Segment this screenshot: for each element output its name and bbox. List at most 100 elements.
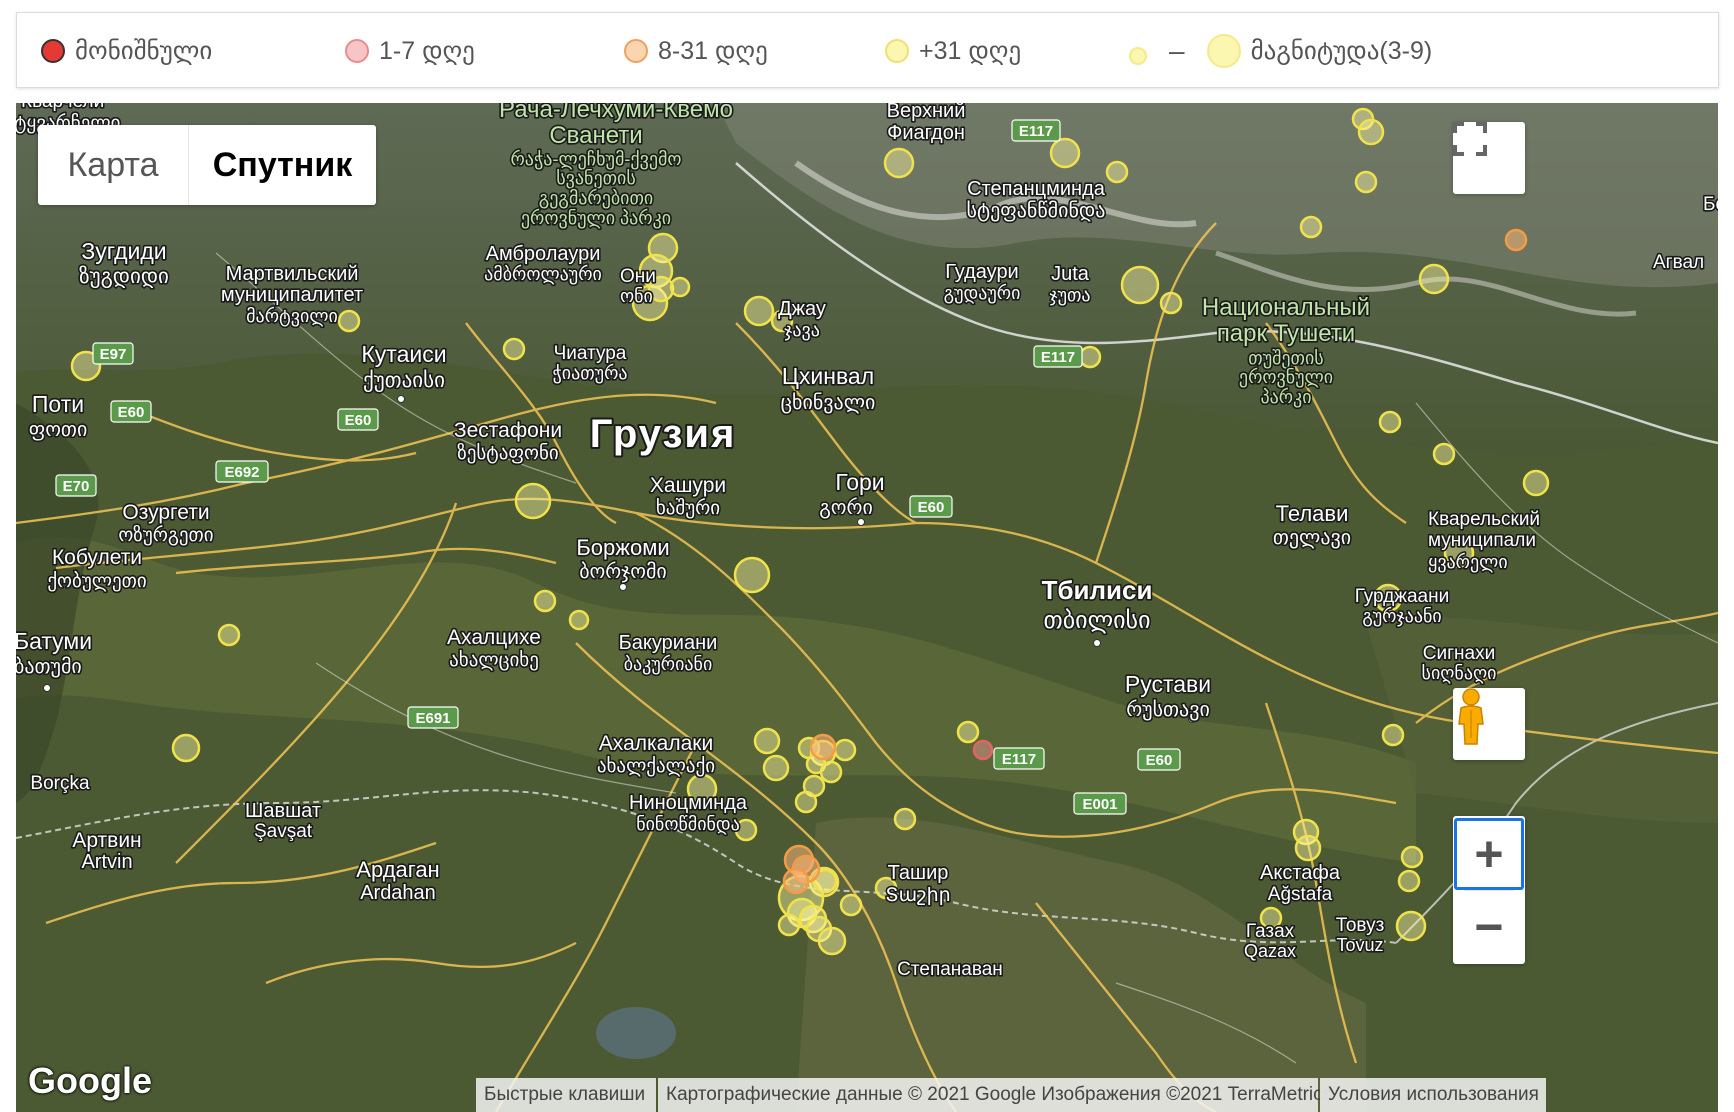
place-name: Они — [620, 266, 656, 287]
place-sub: ფოთი — [29, 419, 88, 441]
place-name: Ардаган — [356, 857, 439, 882]
place-sub: ამბროლაური — [484, 264, 602, 284]
place-name: Товуз — [1336, 915, 1385, 936]
legend-item-31-plus-days: +31 დღე — [885, 13, 1021, 89]
place-sub: ბათუმი — [16, 656, 82, 678]
place-name: Шавшат — [245, 800, 321, 822]
place-name: Боржоми — [576, 535, 669, 560]
zoom-out-button[interactable]: − — [1453, 891, 1525, 963]
road-shield: E117 — [993, 747, 1045, 770]
road-shield: E60 — [1137, 748, 1181, 771]
place-name: Поти — [32, 391, 84, 417]
place-sub: რუსთავი — [1126, 699, 1210, 721]
zoom-control: + − — [1453, 816, 1525, 964]
road-shield: E692 — [215, 460, 269, 483]
place-name: Рустави — [1125, 671, 1211, 697]
place-name: Гурджаани — [1355, 586, 1449, 607]
place-sub: муниципалитет — [221, 284, 363, 306]
place-name: Borçka — [30, 773, 90, 794]
google-logo[interactable]: Google — [28, 1060, 152, 1102]
legend-item-label: 1-7 დღე — [379, 37, 475, 65]
place-name: პარკი — [1260, 387, 1311, 407]
road-label: E60 — [1146, 752, 1173, 769]
place-name: Артвин — [72, 829, 141, 852]
place-name: Национальный — [1202, 294, 1370, 321]
place-name: ყვარელი — [1428, 552, 1508, 572]
place-name: Телави — [1276, 501, 1349, 526]
terms-of-use-link[interactable]: Условия использования — [1320, 1078, 1546, 1112]
place-name: გეგმარებითი — [539, 188, 653, 208]
place-sub: ბორჯომი — [579, 561, 667, 583]
place-name: Тбилиси — [1042, 575, 1153, 605]
road-label: E117 — [1019, 123, 1053, 140]
fullscreen-button[interactable] — [1453, 122, 1525, 194]
place-name: Гори — [835, 469, 884, 495]
place-sub: Ağstafa — [1268, 884, 1333, 905]
marked-dot-icon — [41, 39, 65, 63]
place-sub: ახალქალაქი — [597, 755, 715, 777]
legend-item-label: მონიშნული — [75, 37, 213, 65]
place-name: Газах — [1246, 921, 1295, 942]
place-name: Кутаиси — [361, 341, 446, 367]
place-name: Кобулети — [52, 546, 142, 569]
map-type-satellite-button[interactable]: Спутник — [188, 125, 376, 205]
street-view-pegman[interactable] — [1453, 688, 1525, 760]
place-name: Гудаури — [945, 261, 1018, 283]
road-label: E117 — [1041, 349, 1075, 366]
place-sub: თელავი — [1273, 527, 1351, 549]
minus-icon: − — [1474, 898, 1504, 955]
place-name: Juta — [1051, 263, 1090, 285]
place-sub: муниципали — [1428, 530, 1536, 551]
road-shield: E97 — [92, 342, 134, 365]
place-name: Ташир — [888, 862, 949, 884]
place-sub: ოზურგეთი — [118, 524, 213, 546]
pink-dot-icon — [345, 39, 369, 63]
legend-magnitude-label: მაგნიტუდა(3-9) — [1250, 37, 1433, 65]
orange-dot-icon — [624, 39, 648, 63]
place-sub: ზესტაფონი — [457, 442, 559, 464]
place-name: Акстафа — [1260, 862, 1341, 884]
road-shield: E70 — [55, 474, 97, 497]
legend-dash: – — [1169, 35, 1185, 66]
place-sub: Ardahan — [360, 882, 436, 904]
map-type-control: Карта Спутник — [38, 125, 376, 205]
earthquake-marker-pink[interactable] — [972, 739, 994, 761]
place-sub: парк Тушети — [1217, 320, 1355, 347]
place-sub: ცხინვალი — [781, 392, 876, 414]
place-sub: ქუთაისი — [363, 369, 445, 392]
road-shield: E001 — [1073, 792, 1127, 815]
place-name: Чиатура — [554, 343, 627, 364]
legend-item-1-7-days: 1-7 დღე — [345, 13, 475, 89]
place-sub: Qazax — [1244, 941, 1296, 961]
map-data-attribution[interactable]: Картографические данные © 2021 Google Из… — [658, 1078, 1332, 1112]
road-shield: E60 — [337, 408, 379, 431]
map-canvas[interactable]: E117 E97 E60 E60 E692 E70 E60 E117 E691 … — [16, 103, 1718, 1112]
place-name: Ахалцихе — [447, 626, 541, 649]
place-sub: გურჯაანი — [1362, 606, 1441, 626]
place-name: მარტვილი — [246, 306, 338, 326]
zoom-in-button[interactable]: + — [1454, 817, 1524, 890]
place-name: Степанцминда — [967, 178, 1106, 200]
road-label: E691 — [415, 710, 450, 727]
map-type-map-button[interactable]: Карта — [38, 125, 188, 205]
place-name: Рача-Лечхуми-Квемо — [499, 103, 733, 123]
road-shield: E691 — [407, 706, 459, 729]
place-name: Бо — [1703, 194, 1718, 215]
place-sub: Сванети — [549, 122, 642, 149]
legend-magnitude: – მაგნიტუდა(3-9) — [1129, 13, 1432, 89]
place-sub: ჯუთა — [1049, 285, 1090, 305]
place-name: Озургети — [122, 501, 209, 524]
place-sub: გორი — [819, 497, 873, 519]
place-sub: სვანეთის — [556, 168, 635, 188]
country-label: Грузия — [590, 412, 737, 456]
road-label: E60 — [345, 412, 372, 429]
place-name: Бакуриани — [619, 632, 718, 654]
place-sub: Տաշիր — [885, 885, 950, 906]
place-sub: თბილისი — [1044, 607, 1151, 634]
place-name: Сигнахи — [1423, 643, 1495, 664]
road-shield: E60 — [110, 400, 152, 423]
road-shield: E117 — [1011, 119, 1061, 142]
place-name: Верхний — [887, 103, 966, 122]
place-name: რაჭა-ლეჩხუმ-ქვემო — [510, 149, 681, 169]
keyboard-shortcuts-link[interactable]: Быстрые клавиши — [476, 1078, 656, 1112]
